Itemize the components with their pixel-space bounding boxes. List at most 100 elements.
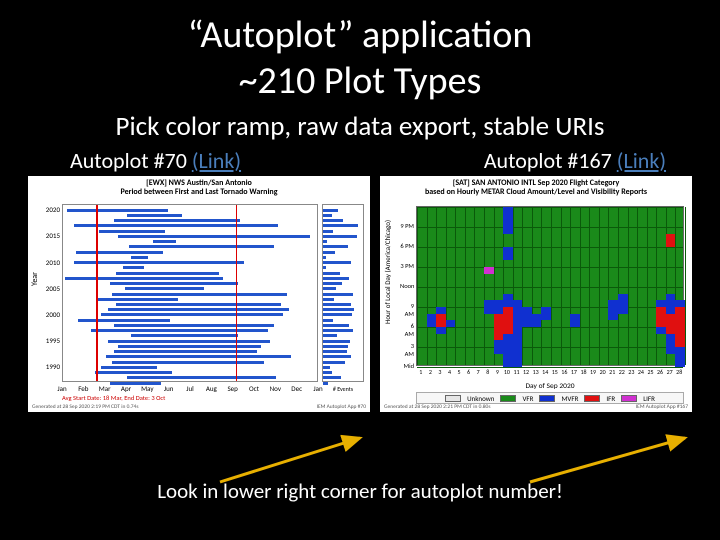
xtick: Jun	[164, 384, 174, 393]
chart-70-ylabel: Year	[30, 272, 40, 286]
heatmap-cell	[494, 340, 504, 347]
ytick: 2010	[40, 258, 60, 267]
ytick: Mid	[400, 362, 414, 370]
xtick: 4	[448, 368, 451, 376]
hist-bar	[323, 219, 343, 222]
heatmap-cell	[436, 327, 446, 334]
xtick: Feb	[78, 384, 88, 393]
chart-70-histogram: # Events	[322, 204, 364, 382]
xtick: Jul	[186, 384, 194, 393]
charts-row: [EWX] NWS Austin/San Antonio Period betw…	[0, 174, 720, 412]
year-bar	[74, 224, 279, 227]
heatmap-cell	[494, 320, 504, 327]
heatmap-cell	[522, 320, 532, 327]
legend-swatch	[445, 395, 461, 402]
year-bar	[129, 245, 274, 248]
xtick: 3	[438, 368, 441, 376]
ytick: 2015	[40, 231, 60, 240]
heatmap-cell	[503, 347, 513, 354]
hist-bar	[323, 230, 333, 233]
xtick: Jan	[57, 384, 66, 393]
chart-167-xlabel: Day of Sep 2020	[416, 382, 684, 391]
heatmap-cell	[503, 214, 513, 221]
xtick: 2	[429, 368, 432, 376]
hist-bar	[323, 256, 326, 259]
title-line-1: “Autoplot” application	[0, 12, 720, 58]
hist-bar	[323, 319, 333, 322]
hist-bar	[323, 224, 358, 227]
year-bar	[99, 230, 165, 233]
heatmap-cell	[666, 300, 676, 307]
hist-bar	[323, 245, 348, 248]
heatmap-cell	[513, 300, 523, 307]
ytick: 2005	[40, 284, 60, 293]
legend-label: LIFR	[643, 394, 655, 403]
hist-bar	[323, 287, 336, 290]
heatmap-cell	[675, 327, 685, 334]
hist-bar	[323, 324, 349, 327]
xtick: 28	[676, 368, 682, 376]
right-chart-caption: Autoplot #167 (Link)	[484, 147, 666, 174]
heatmap-cell	[513, 360, 523, 367]
heatmap-cell	[494, 314, 504, 321]
chart-167-title: [SAT] SAN ANTONIO INTL Sep 2020 Flight C…	[380, 176, 692, 197]
xtick: 5	[458, 368, 461, 376]
hist-bar	[323, 371, 332, 374]
year-bar	[127, 214, 182, 217]
slide-subtitle: Pick color ramp, raw data export, stable…	[0, 110, 720, 143]
xtick: Jan	[313, 384, 322, 393]
hist-bar	[323, 277, 349, 280]
chart-70-plot-area	[62, 204, 318, 382]
right-caption-link[interactable]: (Link)	[617, 147, 666, 174]
chart-167-yticks: Mid3 AM6 AM9 AMNoon3 PM6 PM9 PM	[400, 206, 414, 366]
heatmap-cell	[503, 354, 513, 361]
heatmap-cell	[503, 247, 513, 254]
heatmap-cell	[513, 347, 523, 354]
heatmap-cell	[513, 327, 523, 334]
xtick: 11	[513, 368, 519, 376]
chart-captions-row: Autoplot #70 (Link) Autoplot #167 (Link)	[0, 143, 720, 174]
year-bar	[116, 272, 218, 275]
heatmap-cell	[570, 314, 580, 321]
heatmap-cell	[503, 300, 513, 307]
heatmap-cell	[436, 307, 446, 314]
heatmap-cell	[541, 307, 551, 314]
legend-swatch	[584, 395, 600, 402]
heatmap-cell	[541, 314, 551, 321]
hist-bar	[323, 282, 342, 285]
heatmap-cell	[675, 314, 685, 321]
heatmap-cell	[503, 294, 513, 301]
xtick: 25	[647, 368, 653, 376]
year-bar	[112, 361, 263, 364]
autoplot-167-chart: [SAT] SAN ANTONIO INTL Sep 2020 Flight C…	[380, 176, 692, 412]
heatmap-cell	[484, 300, 494, 307]
heatmap-cell	[503, 314, 513, 321]
heatmap-cell	[513, 334, 523, 341]
avg-line	[96, 205, 98, 381]
left-caption-label: Autoplot #70	[70, 147, 192, 174]
year-bar	[123, 266, 144, 269]
xtick: Sep	[227, 384, 237, 393]
heatmap-cell	[666, 334, 676, 341]
chart-70-avg-label: Avg Start Date: 18 Mar, End Date: 3 Oct	[62, 394, 165, 402]
xtick: 15	[552, 368, 558, 376]
heatmap-cell	[618, 300, 628, 307]
heatmap-cell	[494, 347, 504, 354]
chart-70-hist-xlabel: # Events	[323, 385, 363, 393]
heatmap-cell	[675, 320, 685, 327]
year-bar	[131, 256, 148, 259]
heatmap-cell	[532, 314, 542, 321]
heatmap-cell	[666, 234, 676, 241]
chart-167-title-l2: based on Hourly METAR Cloud Amount/Level…	[380, 188, 692, 197]
year-bar	[125, 287, 204, 290]
year-bar	[131, 334, 238, 337]
ytick: 6 AM	[400, 322, 414, 338]
heatmap-cell	[446, 320, 456, 327]
year-bar	[74, 261, 245, 264]
xtick: 26	[657, 368, 663, 376]
hist-bar	[323, 308, 354, 311]
heatmap-cell	[666, 320, 676, 327]
left-caption-link[interactable]: (Link)	[192, 147, 241, 174]
ytick: 2020	[40, 205, 60, 214]
year-bar	[76, 251, 163, 254]
